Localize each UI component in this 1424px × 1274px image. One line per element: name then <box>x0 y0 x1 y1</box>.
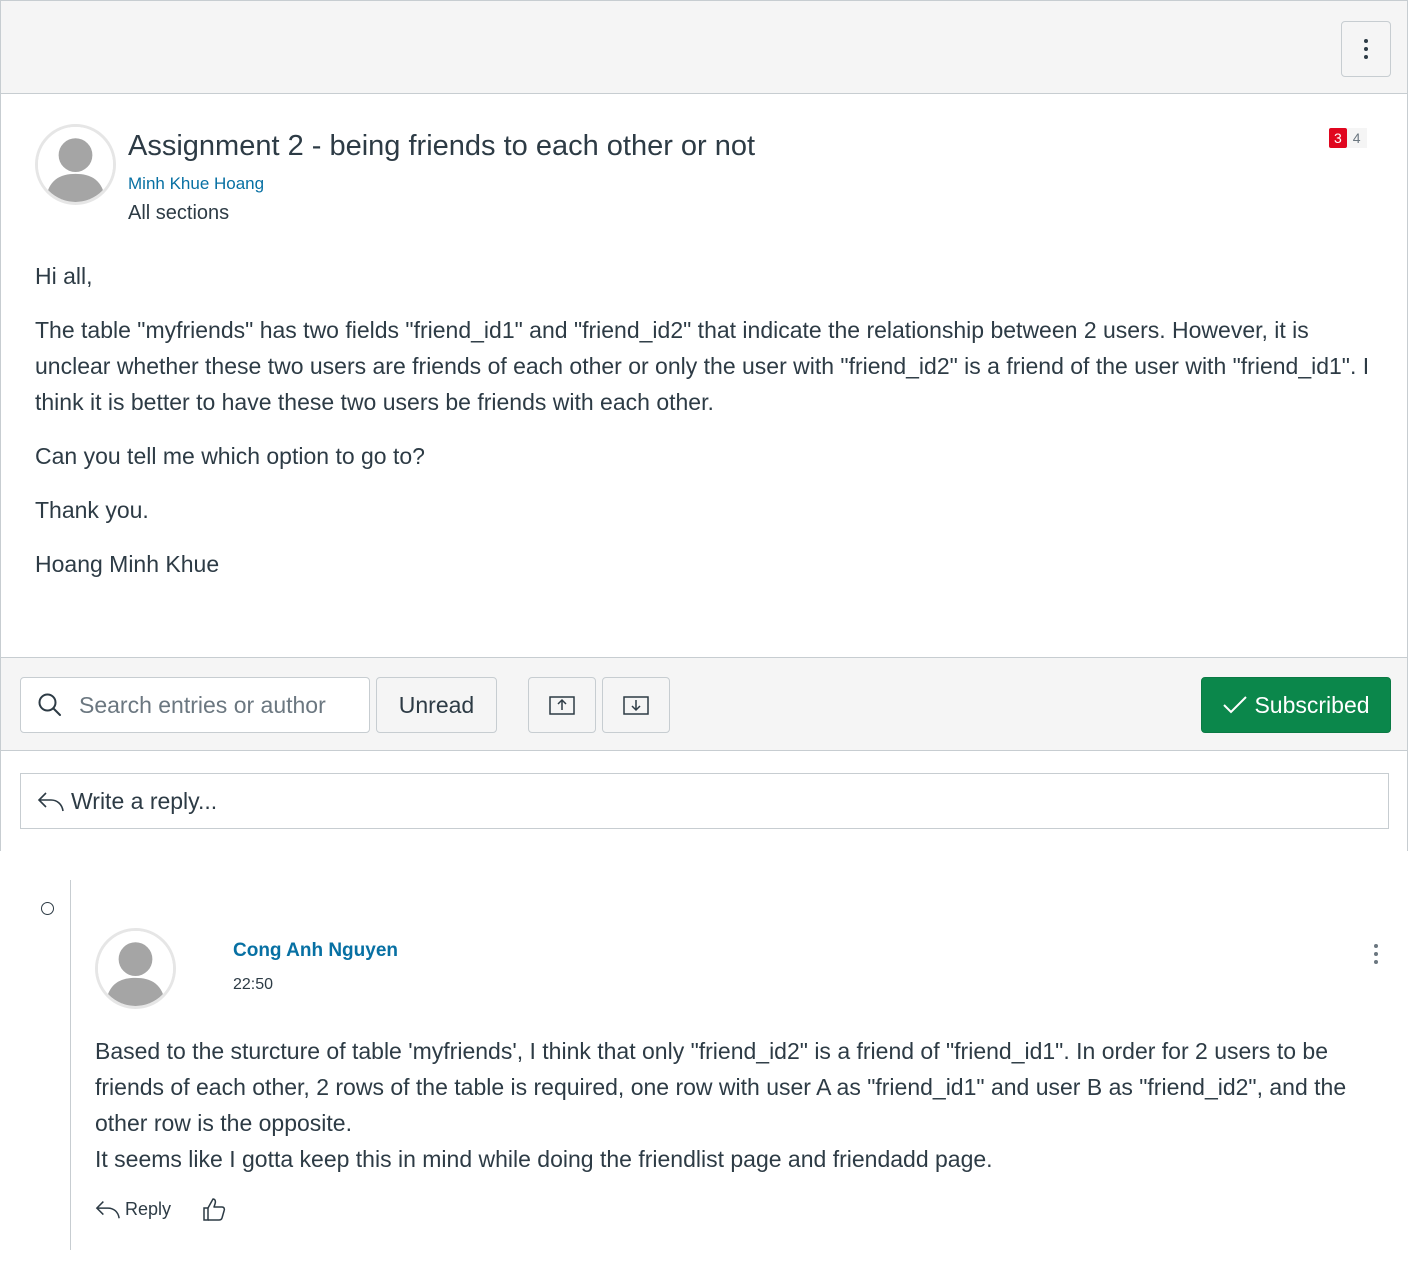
entry-reply-label: Reply <box>125 1198 172 1219</box>
search-input[interactable] <box>77 690 351 720</box>
collapse-icon <box>549 696 575 715</box>
message-paragraph: Hi all, <box>35 263 93 289</box>
search-box[interactable] <box>20 677 370 733</box>
discussion-topic: Assignment 2 - being friends to each oth… <box>0 94 1408 658</box>
entry-author-link[interactable]: Cong Anh Nguyen <box>233 940 398 962</box>
entry-paragraph: It seems like I gotta keep this in mind … <box>95 1146 993 1172</box>
message-paragraph: Can you tell me which option to go to? <box>35 443 425 469</box>
checkmark-icon <box>1223 696 1248 714</box>
expand-icon <box>623 696 649 715</box>
subscribed-label: Subscribed <box>1254 691 1370 718</box>
kebab-icon <box>1364 39 1368 59</box>
entry-message: Based to the sturcture of table 'myfrien… <box>95 1033 1395 1177</box>
entry-author-avatar[interactable] <box>95 928 176 1009</box>
unread-count-badge: 3 <box>1329 128 1347 148</box>
write-reply-label: Write a reply... <box>71 787 218 814</box>
total-count-badge: 4 <box>1346 128 1367 148</box>
reply-arrow-icon <box>95 1201 120 1219</box>
topic-title: Assignment 2 - being friends to each oth… <box>128 130 756 162</box>
entry-options-button[interactable] <box>1366 940 1386 968</box>
frame-border-left <box>0 751 1 851</box>
avatar-placeholder-icon <box>38 127 113 202</box>
message-paragraph: The table "myfriends" has two fields "fr… <box>35 317 1370 415</box>
avatar-placeholder-icon <box>98 931 173 1006</box>
expand-threads-button[interactable] <box>602 677 670 733</box>
discussion-toolbar: Unread Subscribed <box>0 657 1408 751</box>
collapse-threads-button[interactable] <box>528 677 596 733</box>
write-reply-button[interactable]: Write a reply... <box>20 773 1389 829</box>
message-paragraph: Thank you. <box>35 497 149 523</box>
like-icon[interactable] <box>201 1196 227 1222</box>
thread-line <box>70 880 71 1250</box>
unread-indicator-icon[interactable] <box>41 902 54 915</box>
subscribed-button[interactable]: Subscribed <box>1201 677 1391 733</box>
search-icon <box>38 693 61 716</box>
reply-counts: 3 4 <box>1329 128 1367 148</box>
message-paragraph: Hoang Minh Khue <box>35 551 220 577</box>
reply-arrow-icon <box>37 792 64 812</box>
entry-paragraph: Based to the sturcture of table 'myfrien… <box>95 1038 1347 1136</box>
frame-border-right <box>1407 751 1408 851</box>
topic-author-link[interactable]: Minh Khue Hoang <box>128 174 264 194</box>
kebab-icon <box>1374 944 1378 964</box>
unread-filter-button[interactable]: Unread <box>376 677 497 733</box>
author-avatar[interactable] <box>35 124 116 205</box>
entry-actions: Reply <box>95 1196 227 1222</box>
topic-sections: All sections <box>128 202 230 224</box>
topic-options-button[interactable] <box>1341 21 1391 77</box>
topic-message: Hi all, The table "myfriends" has two fi… <box>35 258 1385 600</box>
top-bar <box>0 0 1408 94</box>
entry-timestamp: 22:50 <box>233 976 274 993</box>
entry-reply-button[interactable]: Reply <box>95 1197 171 1221</box>
